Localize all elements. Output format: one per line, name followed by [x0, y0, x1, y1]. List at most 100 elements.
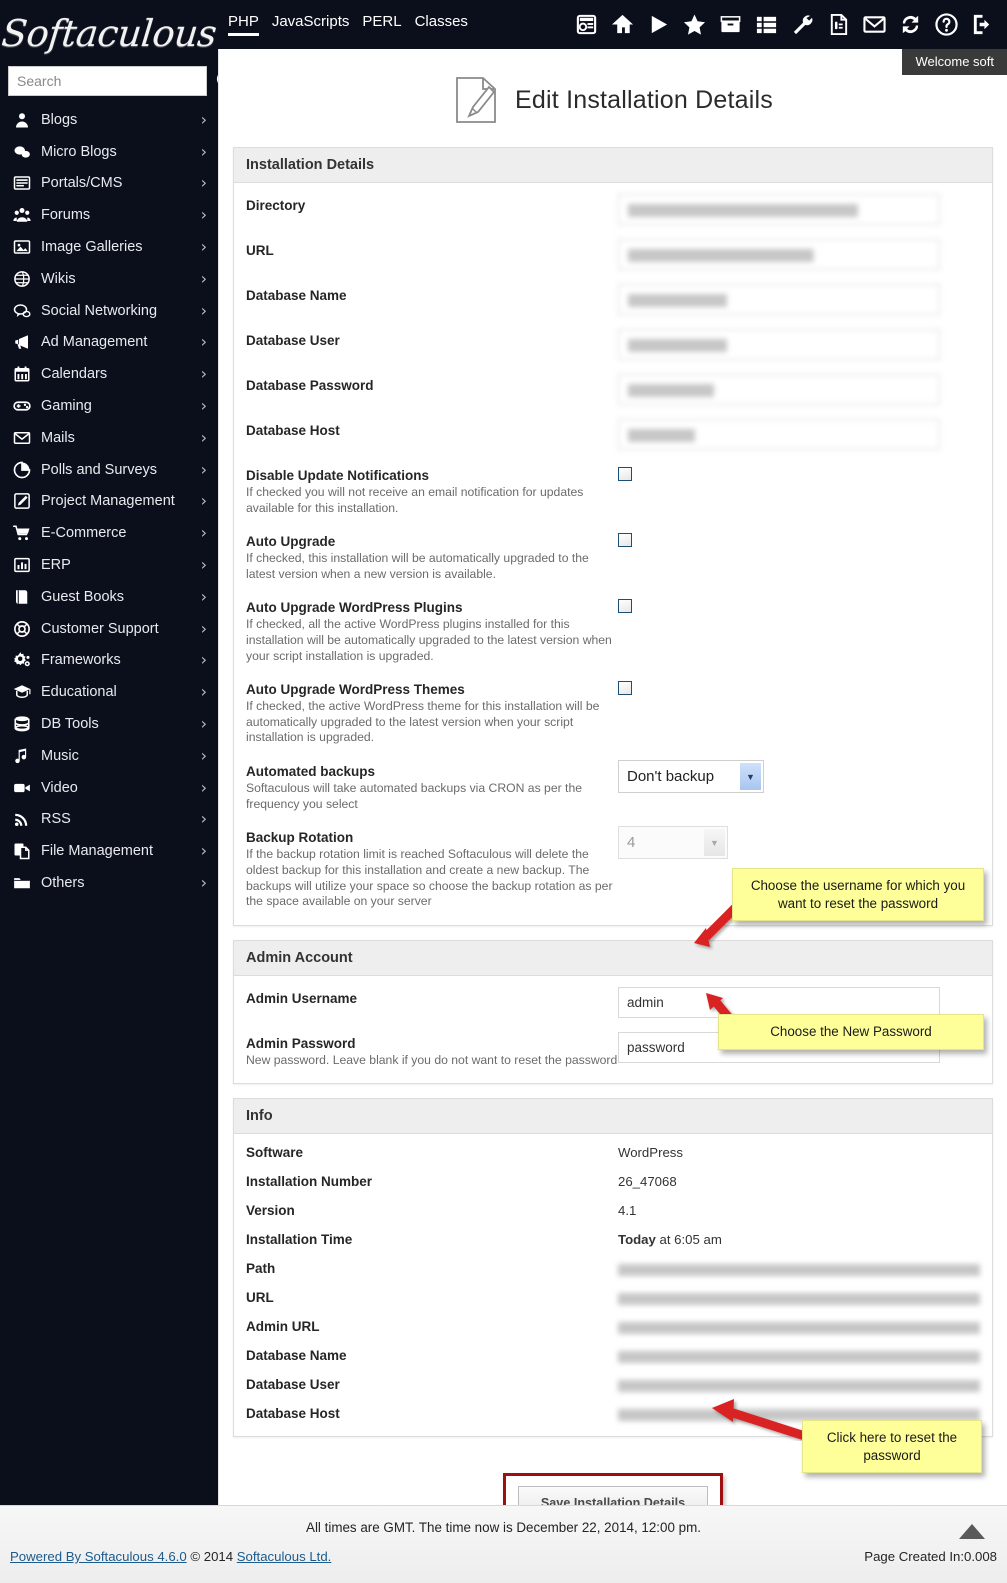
search-input[interactable] — [8, 66, 207, 96]
checkbox[interactable] — [618, 599, 632, 614]
sidebar-item-others[interactable]: Others › — [0, 867, 218, 899]
box-icon[interactable] — [719, 13, 742, 36]
sidebar-item-calendars[interactable]: Calendars › — [0, 358, 218, 390]
page-created-text: Page Created In:0.008 — [864, 1549, 997, 1564]
sidebar-item-forums[interactable]: Forums › — [0, 199, 218, 231]
field-input[interactable] — [618, 374, 940, 405]
sidebar-item-gaming[interactable]: Gaming › — [0, 390, 218, 422]
sidebar-item-micro-blogs[interactable]: Micro Blogs › — [0, 136, 218, 168]
powered-by-link[interactable]: Powered By Softaculous 4.6.0 — [10, 1549, 187, 1564]
field-row: Database Name — [234, 277, 992, 322]
logout-icon[interactable] — [971, 13, 994, 36]
sidebar-item-music[interactable]: Music › — [0, 740, 218, 772]
field-input[interactable] — [618, 419, 940, 450]
sync-icon[interactable] — [899, 13, 922, 36]
callout-save: Click here to reset the password — [802, 1420, 982, 1474]
sidebar-item-video[interactable]: Video › — [0, 772, 218, 804]
mail-icon[interactable] — [863, 13, 886, 36]
pie-chart-icon — [11, 460, 33, 480]
sidebar-item-customer-support[interactable]: Customer Support › — [0, 613, 218, 645]
save-highlight-box: Save Installation Details — [502, 1473, 724, 1505]
sidebar-item-polls-and-surveys[interactable]: Polls and Surveys › — [0, 454, 218, 486]
chevron-right-icon: › — [200, 618, 207, 638]
chevron-right-icon: › — [200, 173, 207, 193]
chevron-down-icon: ▼ — [704, 829, 725, 857]
play-icon[interactable] — [647, 13, 670, 36]
chevron-right-icon: › — [200, 586, 207, 606]
scroll-to-top-button[interactable] — [959, 1524, 985, 1539]
info-value — [618, 1322, 980, 1335]
book-icon — [11, 587, 33, 607]
info-label: Database Name — [246, 1348, 347, 1364]
save-installation-details-button[interactable]: Save Installation Details — [517, 1486, 709, 1505]
sidebar-item-educational[interactable]: Educational › — [0, 676, 218, 708]
help-icon[interactable] — [935, 13, 958, 36]
sidebar-item-e-commerce[interactable]: E-Commerce › — [0, 517, 218, 549]
info-label: Software — [246, 1145, 304, 1161]
company-link[interactable]: Softaculous Ltd. — [237, 1549, 332, 1564]
star-icon[interactable] — [683, 13, 706, 36]
sidebar-item-frameworks[interactable]: Frameworks › — [0, 645, 218, 677]
automated-backups-select[interactable]: Don't backup ▼ — [618, 760, 764, 794]
top-tabs: PHP JavaScripts PERL Classes — [228, 13, 468, 36]
sidebar-item-social-networking[interactable]: Social Networking › — [0, 295, 218, 327]
sidebar-item-mails[interactable]: Mails › — [0, 422, 218, 454]
main-content: Edit Installation Details Installation D… — [218, 49, 1007, 1505]
home-icon[interactable] — [611, 13, 634, 36]
backup-rotation-select[interactable]: 4 ▼ — [618, 826, 728, 860]
sidebar-item-blogs[interactable]: Blogs › — [0, 104, 218, 136]
info-value: WordPress — [618, 1145, 683, 1161]
field-label-block: Database Password — [246, 374, 618, 393]
person-icon — [11, 110, 33, 130]
field-label-block: Directory — [246, 194, 618, 213]
picture-icon — [11, 237, 33, 257]
folder-icon — [11, 873, 33, 893]
field-label: Directory — [246, 198, 306, 213]
search-row — [0, 62, 218, 104]
field-input[interactable] — [618, 239, 940, 270]
top-tab-javascripts[interactable]: JavaScripts — [272, 13, 350, 36]
sidebar-item-guest-books[interactable]: Guest Books › — [0, 581, 218, 613]
sidebar-item-portals-cms[interactable]: Portals/CMS › — [0, 168, 218, 200]
field-control — [618, 239, 980, 270]
checkbox[interactable] — [618, 467, 632, 481]
automated-backups-desc: Softaculous will take automated backups … — [246, 781, 583, 811]
sidebar-item-label: Gaming — [41, 398, 92, 415]
sidebar-item-image-galleries[interactable]: Image Galleries › — [0, 231, 218, 263]
checkbox[interactable] — [618, 533, 632, 548]
top-tab-perl[interactable]: PERL — [362, 13, 401, 36]
sidebar-item-rss[interactable]: RSS › — [0, 804, 218, 836]
field-label-block: Database Host — [246, 419, 618, 438]
field-input[interactable] — [618, 194, 940, 225]
automated-backups-control: Don't backup ▼ — [618, 760, 980, 794]
top-tab-classes[interactable]: Classes — [415, 13, 468, 36]
sidebar-item-label: RSS — [41, 811, 71, 828]
field-input[interactable] — [618, 329, 940, 360]
info-row: Database Name — [234, 1341, 992, 1370]
sidebar-item-wikis[interactable]: Wikis › — [0, 263, 218, 295]
script-file-icon[interactable] — [827, 13, 850, 36]
sidebar-item-file-management[interactable]: File Management › — [0, 835, 218, 867]
app-root: Softaculous Blogs › Micro Blogs › Portals/CM… — [0, 0, 1007, 1583]
sidebar-item-erp[interactable]: ERP › — [0, 549, 218, 581]
info-label: Version — [246, 1203, 295, 1219]
footer-time-note: All times are GMT. The time now is Decem… — [306, 1520, 701, 1535]
checkbox[interactable] — [618, 681, 632, 696]
field-input[interactable] — [618, 284, 940, 315]
checkbox-desc: If checked, all the active WordPress plu… — [246, 617, 612, 663]
sidebar-item-label: E-Commerce — [41, 525, 127, 542]
admin-panel-icon[interactable] — [575, 13, 598, 36]
wrench-icon[interactable] — [791, 13, 814, 36]
field-row: URL — [234, 232, 992, 277]
installation-details-panel: Installation Details Directory URL Databas… — [233, 147, 993, 926]
info-label: Database User — [246, 1377, 340, 1393]
logo[interactable]: Softaculous — [0, 0, 218, 62]
sidebar-item-ad-management[interactable]: Ad Management › — [0, 327, 218, 359]
top-tab-php[interactable]: PHP — [228, 13, 259, 36]
chat-bubbles-icon — [11, 142, 33, 162]
sidebar-item-label: Educational — [41, 684, 117, 701]
field-control — [618, 284, 980, 315]
list-icon[interactable] — [755, 13, 778, 36]
sidebar-item-project-management[interactable]: Project Management › — [0, 486, 218, 518]
sidebar-item-db-tools[interactable]: DB Tools › — [0, 708, 218, 740]
